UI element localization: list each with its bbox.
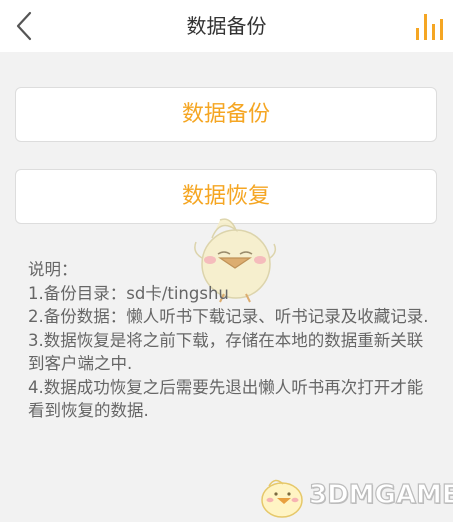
instructions-text: 说明： 1.备份目录：sd卡/tingshu 2.备份数据：懒人听书下载记录、听… [28,258,433,423]
notes-line-3: 3.数据恢复是将之前下载，存储在本地的数据重新关联到客户端之中. [28,330,424,374]
watermark-text: 3DMGAME [308,479,453,510]
top-bar: 数据备份 [0,0,453,52]
notes-line-4: 4.数据成功恢复之后需要先退出懒人听书再次打开才能看到恢复的数据. [28,377,424,421]
notes-line-2: 2.备份数据：懒人听书下载记录、听书记录及收藏记录. [28,307,429,326]
chick-logo-icon [261,479,303,518]
page-title: 数据备份 [186,14,267,38]
playing-indicator-button[interactable] [413,10,445,42]
backup-button[interactable]: 数据备份 [15,87,437,142]
notes-line-1: 1.备份目录：sd卡/tingshu [28,283,229,303]
notes-heading: 说明： [28,260,78,279]
3dmgame-watermark: 3DMGAME [255,472,453,520]
bar-chart-icon [416,14,443,40]
